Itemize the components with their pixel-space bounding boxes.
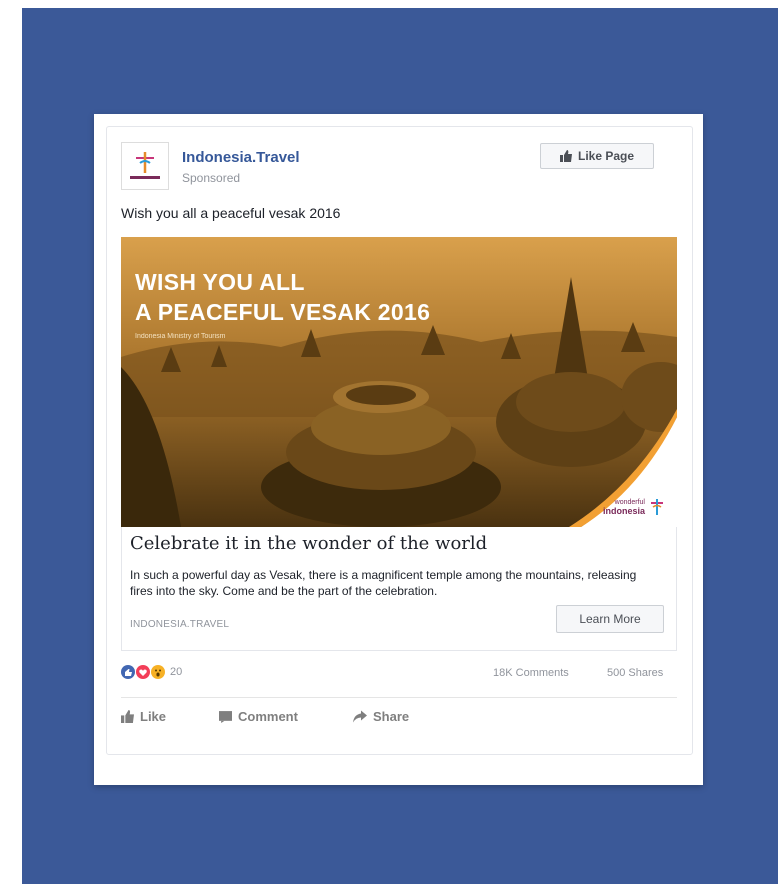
wonderful-indonesia-logo-icon — [130, 152, 160, 179]
ad-card: Indonesia.Travel Sponsored Like Page Wis… — [94, 114, 703, 785]
badge-bottom-text: indonesia — [602, 506, 645, 516]
learn-more-button[interactable]: Learn More — [556, 605, 664, 633]
comment-action-button[interactable]: Comment — [219, 709, 298, 724]
post-stats: 20 18K Comments 500 Shares — [121, 665, 677, 681]
link-description: In such a powerful day as Vesak, there i… — [130, 568, 637, 598]
post-actions: Like Comment Share — [121, 709, 677, 733]
hero-subtitle: Indonesia Ministry of Tourism — [135, 333, 226, 340]
thumbs-up-icon — [121, 710, 134, 723]
comment-action-label: Comment — [238, 709, 298, 724]
post-message: Wish you all a peaceful vesak 2016 — [121, 205, 341, 221]
page-name-link[interactable]: Indonesia.Travel — [182, 149, 300, 166]
facebook-post: Indonesia.Travel Sponsored Like Page Wis… — [106, 126, 693, 755]
link-title[interactable]: Celebrate it in the wonder of the world — [130, 533, 487, 554]
shares-count[interactable]: 500 Shares — [607, 667, 663, 679]
wonderful-indonesia-badge: wonderful indonesia — [603, 497, 665, 517]
share-arrow-icon — [353, 710, 367, 723]
hero-title: WISH YOU ALL A PEACEFUL VESAK 2016 — [135, 267, 430, 327]
hero-title-line2: A PEACEFUL VESAK 2016 — [135, 299, 431, 325]
reaction-count: 20 — [170, 666, 183, 678]
reactions-summary[interactable]: 20 — [121, 665, 182, 679]
thumbs-up-icon — [559, 150, 572, 162]
like-action-label: Like — [140, 709, 167, 724]
like-page-button[interactable]: Like Page — [540, 143, 654, 169]
actions-divider — [121, 697, 677, 698]
like-action-button[interactable]: Like — [121, 709, 166, 724]
link-preview[interactable]: Celebrate it in the wonder of the world … — [121, 527, 677, 651]
hero-title-line1: WISH YOU ALL — [135, 269, 305, 295]
wonderful-indonesia-mark-icon — [651, 499, 663, 515]
like-reaction-icon — [121, 665, 135, 679]
sponsored-label: Sponsored — [182, 171, 241, 185]
link-domain: INDONESIA.TRAVEL — [130, 619, 230, 630]
page-avatar[interactable] — [121, 142, 169, 190]
comment-icon — [219, 711, 232, 723]
wow-reaction-icon — [151, 665, 165, 679]
ad-image[interactable]: WISH YOU ALL A PEACEFUL VESAK 2016 Indon… — [121, 237, 677, 527]
share-action-button[interactable]: Share — [353, 709, 409, 724]
badge-top-text: wonderful — [614, 499, 645, 506]
share-action-label: Share — [373, 709, 410, 724]
comments-count[interactable]: 18K Comments — [493, 667, 569, 679]
love-reaction-icon — [136, 665, 150, 679]
like-page-label: Like Page — [577, 149, 635, 163]
